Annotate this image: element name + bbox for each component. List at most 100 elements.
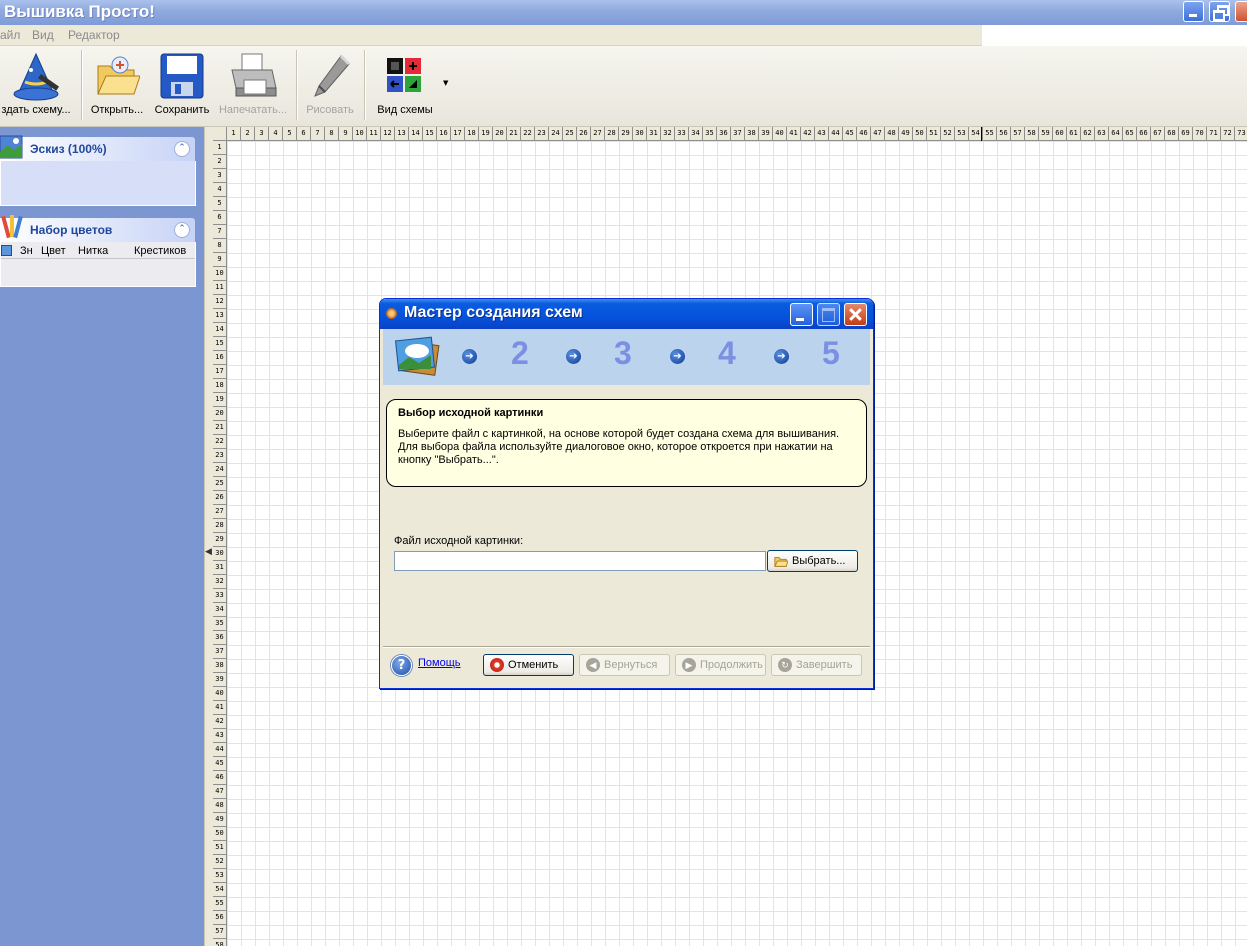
landscape-picture-icon xyxy=(0,135,23,159)
row-number: 21 xyxy=(213,421,227,435)
toolbar: здать схему... Открыть... Сохранить Напе… xyxy=(0,46,1247,127)
pencil-icon xyxy=(314,54,351,97)
save-button[interactable]: Сохранить xyxy=(152,46,212,126)
column-number: 72 xyxy=(1221,127,1235,141)
column-number: 24 xyxy=(549,127,563,141)
column-number: 57 xyxy=(1011,127,1025,141)
step-4: 4 xyxy=(718,335,736,371)
panel-splitter[interactable]: ◀ xyxy=(204,127,213,946)
row-number: 58 xyxy=(213,939,227,946)
wizard-title: Мастер создания схем xyxy=(404,304,583,321)
source-file-input[interactable] xyxy=(394,551,766,571)
step-arrow-icon: ➔ xyxy=(462,349,477,364)
column-number: 44 xyxy=(829,127,843,141)
help-icon[interactable]: ? xyxy=(391,655,412,676)
row-number: 46 xyxy=(213,771,227,785)
column-number: 23 xyxy=(535,127,549,141)
wizard-hat-icon xyxy=(13,52,60,101)
collapse-sketch-icon[interactable]: ⌃ xyxy=(174,141,190,157)
column-number: 47 xyxy=(871,127,885,141)
row-number: 29 xyxy=(213,533,227,547)
minimize-button[interactable] xyxy=(1183,1,1204,22)
column-number: 61 xyxy=(1067,127,1081,141)
column-number: 5 xyxy=(283,127,297,141)
menu-view[interactable]: Вид xyxy=(32,28,54,42)
column-symbol[interactable]: Зн xyxy=(20,245,33,257)
column-number: 29 xyxy=(619,127,633,141)
row-number: 10 xyxy=(213,267,227,281)
create-scheme-button[interactable]: здать схему... xyxy=(0,46,78,126)
column-color[interactable]: Цвет xyxy=(41,245,66,257)
column-number: 30 xyxy=(633,127,647,141)
column-number: 26 xyxy=(577,127,591,141)
help-link[interactable]: Помощь xyxy=(418,657,461,669)
column-number: 36 xyxy=(717,127,731,141)
wizard-titlebar[interactable]: Мастер создания схем xyxy=(380,299,873,329)
row-number: 23 xyxy=(213,449,227,463)
open-label: Открыть... xyxy=(90,104,144,116)
row-number: 15 xyxy=(213,337,227,351)
column-crosses[interactable]: Крестиков xyxy=(134,245,186,257)
colors-panel-title: Набор цветов xyxy=(30,223,113,237)
collapse-panel-arrow-icon[interactable]: ◀ xyxy=(205,547,212,557)
step-arrow-icon: ➔ xyxy=(774,349,789,364)
menu-file[interactable]: айл xyxy=(0,28,20,42)
column-number: 62 xyxy=(1081,127,1095,141)
row-number: 27 xyxy=(213,505,227,519)
row-number: 2 xyxy=(213,155,227,169)
view-scheme-button[interactable]: Вид схемы xyxy=(370,46,440,126)
wizard-maximize-button[interactable] xyxy=(817,303,840,326)
view-scheme-dropdown-arrow[interactable]: ▼ xyxy=(443,79,448,87)
row-number: 52 xyxy=(213,855,227,869)
column-number: 67 xyxy=(1151,127,1165,141)
row-number: 12 xyxy=(213,295,227,309)
window-titlebar: Вышивка Просто! xyxy=(0,0,1247,25)
back-button[interactable]: ◀ Вернуться xyxy=(579,654,670,676)
wizard-steps-band: ➔ 2 ➔ 3 ➔ 4 ➔ 5 xyxy=(383,329,870,385)
open-folder-icon xyxy=(774,557,788,567)
draw-button[interactable]: Рисовать xyxy=(300,46,360,126)
column-thread[interactable]: Нитка xyxy=(78,245,108,257)
column-number: 22 xyxy=(521,127,535,141)
row-number: 55 xyxy=(213,897,227,911)
column-number: 34 xyxy=(689,127,703,141)
row-number: 1 xyxy=(213,141,227,155)
row-number: 4 xyxy=(213,183,227,197)
next-button[interactable]: ▶ Продолжить xyxy=(675,654,766,676)
step-info-text: Выберите файл с картинкой, на основе кот… xyxy=(398,428,840,466)
finish-label: Завершить xyxy=(796,659,853,671)
row-number: 56 xyxy=(213,911,227,925)
browse-button[interactable]: Выбрать... xyxy=(767,550,858,572)
step-arrow-icon: ➔ xyxy=(566,349,581,364)
monitor-icon xyxy=(1,245,12,256)
row-number: 9 xyxy=(213,253,227,267)
save-label: Сохранить xyxy=(154,104,210,116)
column-number: 14 xyxy=(409,127,423,141)
finish-button[interactable]: ↻ Завершить xyxy=(771,654,862,676)
menu-editor[interactable]: Редактор xyxy=(68,28,120,42)
row-number: 48 xyxy=(213,799,227,813)
colors-panel-header[interactable]: Набор цветов ⌃ xyxy=(0,215,195,242)
open-button[interactable]: Открыть... xyxy=(87,46,147,126)
wizard-close-button[interactable] xyxy=(844,303,867,326)
restore-button[interactable] xyxy=(1209,1,1230,22)
close-window-button[interactable] xyxy=(1235,1,1247,22)
column-number: 70 xyxy=(1193,127,1207,141)
cancel-button[interactable]: Отменить xyxy=(483,654,574,676)
column-number: 43 xyxy=(815,127,829,141)
column-number: 3 xyxy=(255,127,269,141)
back-arrow-icon: ◀ xyxy=(586,658,600,672)
column-number: 31 xyxy=(647,127,661,141)
collapse-colors-icon[interactable]: ⌃ xyxy=(174,222,190,238)
sketch-panel-header[interactable]: Эскиз (100%) ⌃ xyxy=(0,135,195,161)
wizard-minimize-button[interactable] xyxy=(790,303,813,326)
row-number: 28 xyxy=(213,519,227,533)
row-number: 50 xyxy=(213,827,227,841)
column-number: 27 xyxy=(591,127,605,141)
browse-label: Выбрать... xyxy=(792,555,846,567)
next-label: Продолжить xyxy=(700,659,763,671)
next-arrow-icon: ▶ xyxy=(682,658,696,672)
print-button[interactable]: Напечатать... xyxy=(216,46,290,126)
step1-picture-icon xyxy=(395,336,440,376)
column-number: 65 xyxy=(1123,127,1137,141)
